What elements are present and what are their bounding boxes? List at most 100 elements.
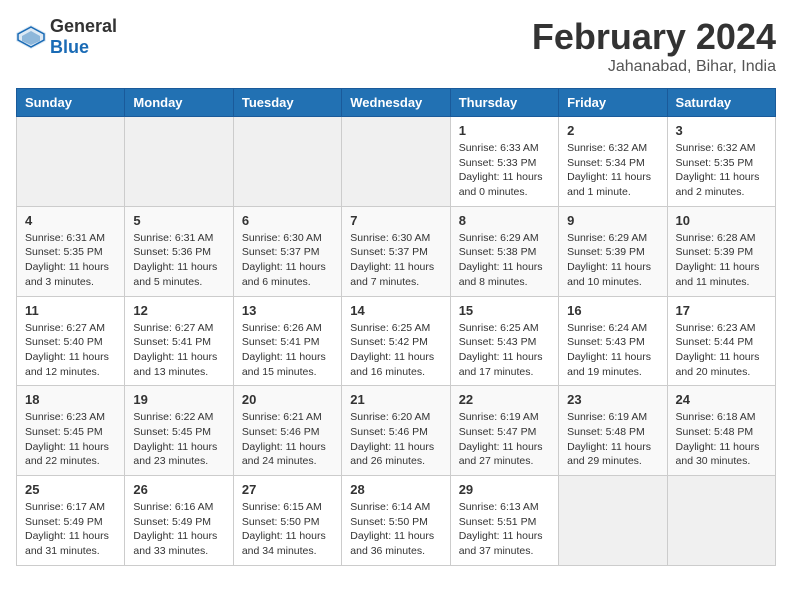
calendar-week-row: 4 Sunrise: 6:31 AM Sunset: 5:35 PM Daylig… xyxy=(17,206,776,296)
day-number: 2 xyxy=(567,123,658,138)
day-number: 6 xyxy=(242,213,333,228)
weekday-header-monday: Monday xyxy=(125,89,233,117)
weekday-header-sunday: Sunday xyxy=(17,89,125,117)
day-number: 4 xyxy=(25,213,116,228)
calendar-cell: 7 Sunrise: 6:30 AM Sunset: 5:37 PM Daylig… xyxy=(342,206,450,296)
day-info: Sunrise: 6:31 AM Sunset: 5:36 PM Dayligh… xyxy=(133,231,224,290)
calendar-cell: 2 Sunrise: 6:32 AM Sunset: 5:34 PM Daylig… xyxy=(559,117,667,207)
day-number: 25 xyxy=(25,482,116,497)
calendar-cell xyxy=(342,117,450,207)
day-info: Sunrise: 6:17 AM Sunset: 5:49 PM Dayligh… xyxy=(25,500,116,559)
day-info: Sunrise: 6:16 AM Sunset: 5:49 PM Dayligh… xyxy=(133,500,224,559)
day-info: Sunrise: 6:25 AM Sunset: 5:42 PM Dayligh… xyxy=(350,321,441,380)
calendar-header-row: SundayMondayTuesdayWednesdayThursdayFrid… xyxy=(17,89,776,117)
calendar-cell: 1 Sunrise: 6:33 AM Sunset: 5:33 PM Daylig… xyxy=(450,117,558,207)
calendar-cell xyxy=(667,476,775,566)
day-info: Sunrise: 6:22 AM Sunset: 5:45 PM Dayligh… xyxy=(133,410,224,469)
weekday-header-tuesday: Tuesday xyxy=(233,89,341,117)
calendar-cell: 16 Sunrise: 6:24 AM Sunset: 5:43 PM Dayli… xyxy=(559,296,667,386)
calendar-cell: 4 Sunrise: 6:31 AM Sunset: 5:35 PM Daylig… xyxy=(17,206,125,296)
calendar-cell xyxy=(17,117,125,207)
month-year-title: February 2024 xyxy=(532,16,776,58)
day-number: 17 xyxy=(676,303,767,318)
day-info: Sunrise: 6:33 AM Sunset: 5:33 PM Dayligh… xyxy=(459,141,550,200)
day-info: Sunrise: 6:29 AM Sunset: 5:39 PM Dayligh… xyxy=(567,231,658,290)
calendar-cell: 26 Sunrise: 6:16 AM Sunset: 5:49 PM Dayli… xyxy=(125,476,233,566)
calendar-week-row: 1 Sunrise: 6:33 AM Sunset: 5:33 PM Daylig… xyxy=(17,117,776,207)
day-number: 24 xyxy=(676,392,767,407)
day-info: Sunrise: 6:27 AM Sunset: 5:41 PM Dayligh… xyxy=(133,321,224,380)
day-number: 8 xyxy=(459,213,550,228)
calendar-cell xyxy=(559,476,667,566)
day-info: Sunrise: 6:29 AM Sunset: 5:38 PM Dayligh… xyxy=(459,231,550,290)
day-number: 10 xyxy=(676,213,767,228)
day-info: Sunrise: 6:28 AM Sunset: 5:39 PM Dayligh… xyxy=(676,231,767,290)
calendar-table: SundayMondayTuesdayWednesdayThursdayFrid… xyxy=(16,88,776,566)
day-info: Sunrise: 6:32 AM Sunset: 5:35 PM Dayligh… xyxy=(676,141,767,200)
calendar-cell: 17 Sunrise: 6:23 AM Sunset: 5:44 PM Dayli… xyxy=(667,296,775,386)
day-info: Sunrise: 6:23 AM Sunset: 5:45 PM Dayligh… xyxy=(25,410,116,469)
day-number: 29 xyxy=(459,482,550,497)
page-header: General Blue February 2024 Jahanabad, Bi… xyxy=(16,16,776,76)
day-info: Sunrise: 6:30 AM Sunset: 5:37 PM Dayligh… xyxy=(350,231,441,290)
day-number: 3 xyxy=(676,123,767,138)
day-number: 28 xyxy=(350,482,441,497)
day-number: 19 xyxy=(133,392,224,407)
day-number: 20 xyxy=(242,392,333,407)
day-number: 26 xyxy=(133,482,224,497)
day-info: Sunrise: 6:24 AM Sunset: 5:43 PM Dayligh… xyxy=(567,321,658,380)
calendar-week-row: 25 Sunrise: 6:17 AM Sunset: 5:49 PM Dayli… xyxy=(17,476,776,566)
day-number: 27 xyxy=(242,482,333,497)
logo: General Blue xyxy=(16,16,117,58)
calendar-cell: 6 Sunrise: 6:30 AM Sunset: 5:37 PM Daylig… xyxy=(233,206,341,296)
calendar-cell: 29 Sunrise: 6:13 AM Sunset: 5:51 PM Dayli… xyxy=(450,476,558,566)
weekday-header-saturday: Saturday xyxy=(667,89,775,117)
day-number: 14 xyxy=(350,303,441,318)
calendar-week-row: 11 Sunrise: 6:27 AM Sunset: 5:40 PM Dayli… xyxy=(17,296,776,386)
calendar-cell: 14 Sunrise: 6:25 AM Sunset: 5:42 PM Dayli… xyxy=(342,296,450,386)
day-info: Sunrise: 6:21 AM Sunset: 5:46 PM Dayligh… xyxy=(242,410,333,469)
day-number: 11 xyxy=(25,303,116,318)
calendar-cell: 13 Sunrise: 6:26 AM Sunset: 5:41 PM Dayli… xyxy=(233,296,341,386)
day-info: Sunrise: 6:23 AM Sunset: 5:44 PM Dayligh… xyxy=(676,321,767,380)
logo-wordmark: General Blue xyxy=(50,16,117,58)
day-info: Sunrise: 6:32 AM Sunset: 5:34 PM Dayligh… xyxy=(567,141,658,200)
calendar-cell: 28Sunrise: 6:14 AM Sunset: 5:50 PM Dayli… xyxy=(342,476,450,566)
general-blue-icon xyxy=(16,25,46,49)
day-info: Sunrise: 6:26 AM Sunset: 5:41 PM Dayligh… xyxy=(242,321,333,380)
calendar-cell: 10 Sunrise: 6:28 AM Sunset: 5:39 PM Dayli… xyxy=(667,206,775,296)
day-number: 7 xyxy=(350,213,441,228)
calendar-cell: 22Sunrise: 6:19 AM Sunset: 5:47 PM Dayli… xyxy=(450,386,558,476)
day-info: Sunrise: 6:25 AM Sunset: 5:43 PM Dayligh… xyxy=(459,321,550,380)
day-info: Sunrise: 6:20 AM Sunset: 5:46 PM Dayligh… xyxy=(350,410,441,469)
day-number: 5 xyxy=(133,213,224,228)
calendar-cell: 9 Sunrise: 6:29 AM Sunset: 5:39 PM Daylig… xyxy=(559,206,667,296)
day-info: Sunrise: 6:19 AM Sunset: 5:48 PM Dayligh… xyxy=(567,410,658,469)
day-info: Sunrise: 6:30 AM Sunset: 5:37 PM Dayligh… xyxy=(242,231,333,290)
calendar-week-row: 18Sunrise: 6:23 AM Sunset: 5:45 PM Dayli… xyxy=(17,386,776,476)
calendar-cell: 24Sunrise: 6:18 AM Sunset: 5:48 PM Dayli… xyxy=(667,386,775,476)
calendar-cell: 19 Sunrise: 6:22 AM Sunset: 5:45 PM Dayli… xyxy=(125,386,233,476)
day-number: 21 xyxy=(350,392,441,407)
day-number: 1 xyxy=(459,123,550,138)
day-info: Sunrise: 6:13 AM Sunset: 5:51 PM Dayligh… xyxy=(459,500,550,559)
calendar-cell xyxy=(125,117,233,207)
calendar-cell: 18Sunrise: 6:23 AM Sunset: 5:45 PM Dayli… xyxy=(17,386,125,476)
day-number: 16 xyxy=(567,303,658,318)
weekday-header-friday: Friday xyxy=(559,89,667,117)
calendar-cell: 12 Sunrise: 6:27 AM Sunset: 5:41 PM Dayli… xyxy=(125,296,233,386)
location-subtitle: Jahanabad, Bihar, India xyxy=(532,58,776,76)
day-number: 15 xyxy=(459,303,550,318)
calendar-cell: 21 Sunrise: 6:20 AM Sunset: 5:46 PM Dayli… xyxy=(342,386,450,476)
weekday-header-wednesday: Wednesday xyxy=(342,89,450,117)
day-number: 9 xyxy=(567,213,658,228)
day-info: Sunrise: 6:31 AM Sunset: 5:35 PM Dayligh… xyxy=(25,231,116,290)
weekday-header-thursday: Thursday xyxy=(450,89,558,117)
calendar-cell: 5 Sunrise: 6:31 AM Sunset: 5:36 PM Daylig… xyxy=(125,206,233,296)
calendar-cell: 11 Sunrise: 6:27 AM Sunset: 5:40 PM Dayli… xyxy=(17,296,125,386)
day-number: 12 xyxy=(133,303,224,318)
day-info: Sunrise: 6:27 AM Sunset: 5:40 PM Dayligh… xyxy=(25,321,116,380)
day-number: 23 xyxy=(567,392,658,407)
calendar-cell: 15 Sunrise: 6:25 AM Sunset: 5:43 PM Dayli… xyxy=(450,296,558,386)
day-number: 13 xyxy=(242,303,333,318)
